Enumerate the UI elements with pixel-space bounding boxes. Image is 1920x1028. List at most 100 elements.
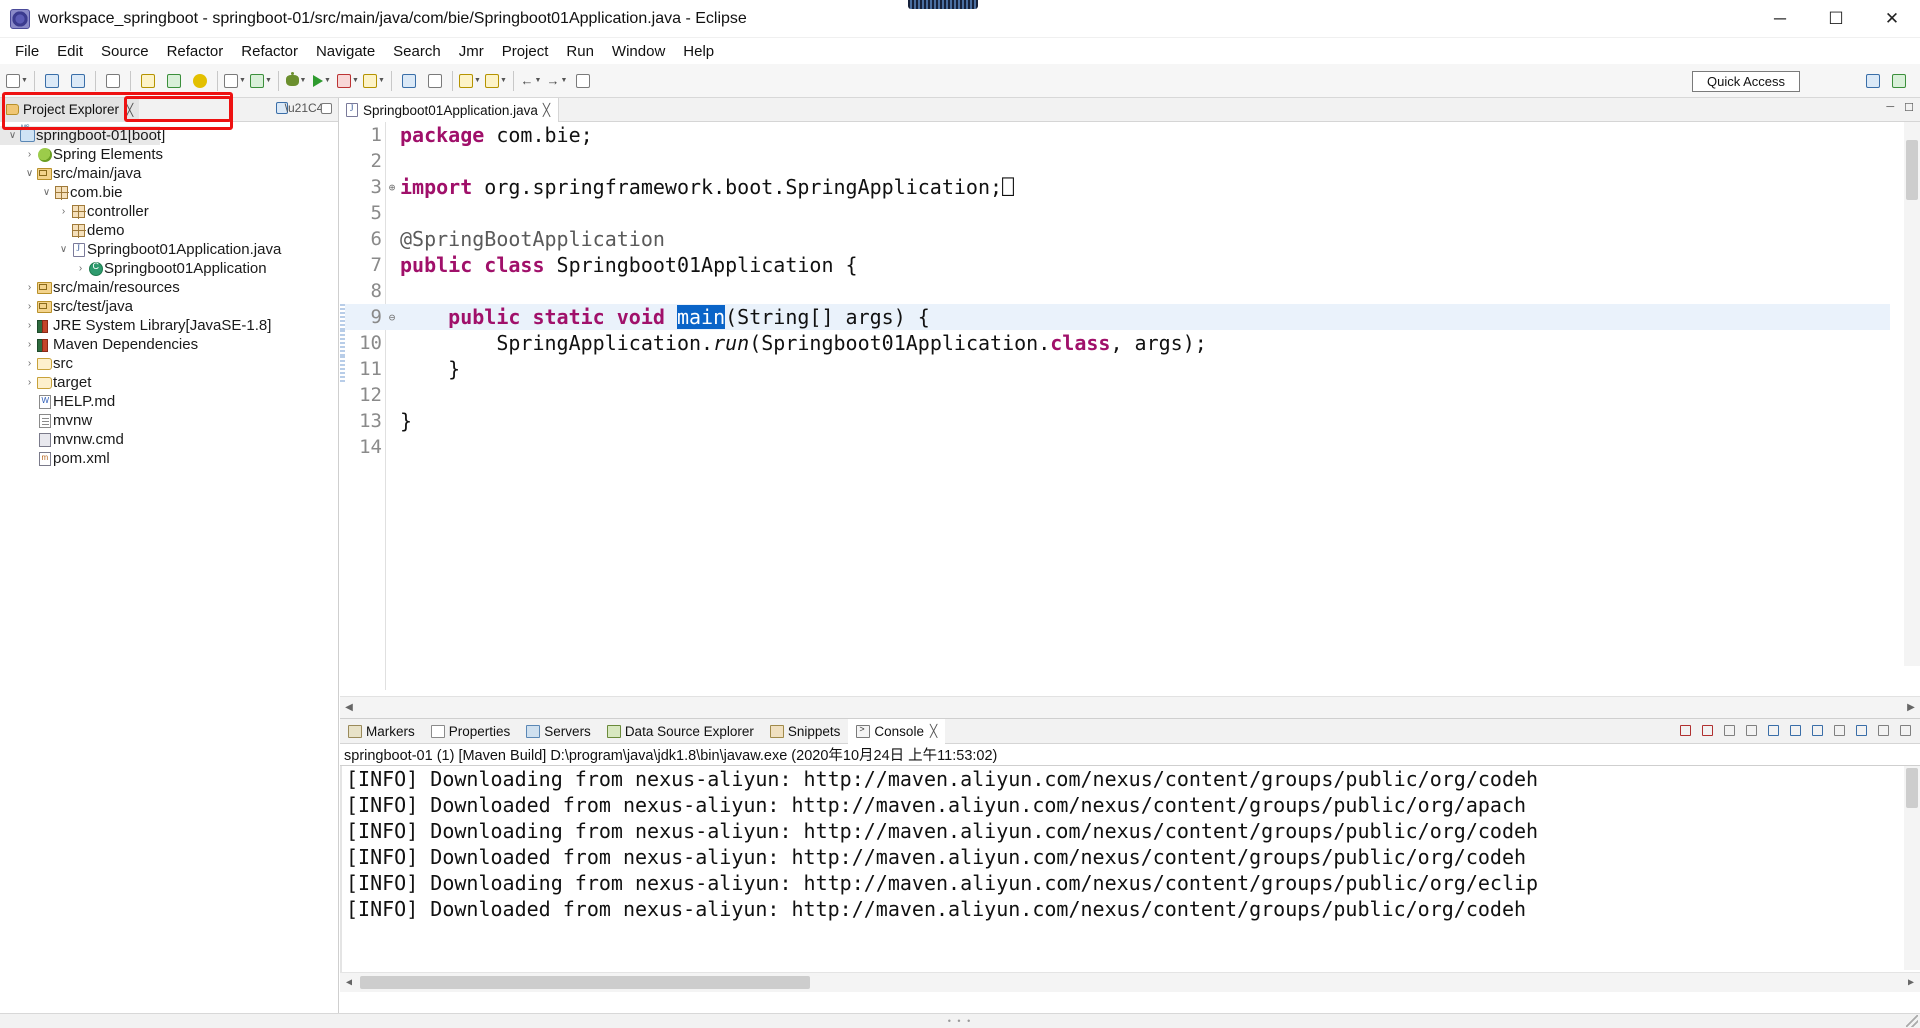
project-tree[interactable]: springboot-01 [boot]Spring Elementssrc/m…: [0, 122, 338, 1012]
tree-item-springboot01application[interactable]: Springboot01Application: [0, 259, 338, 278]
tree-twisty-closed-icon[interactable]: [23, 358, 36, 369]
new-class-icon[interactable]: ▼: [249, 68, 273, 94]
run-icon[interactable]: ▼: [310, 68, 334, 94]
tree-twisty-closed-icon[interactable]: [57, 206, 70, 217]
debug-icon[interactable]: ▼: [284, 68, 308, 94]
menu-item-edit[interactable]: Edit: [48, 41, 92, 62]
previous-annotation-icon[interactable]: ▼: [458, 68, 482, 94]
tree-item-jre-system-library[interactable]: JRE System Library [JavaSE-1.8]: [0, 316, 338, 335]
minimize-button[interactable]: ─: [1752, 0, 1808, 38]
console-horizontal-scrollbar[interactable]: ◀ ▶: [340, 972, 1920, 992]
save-icon[interactable]: [40, 68, 64, 94]
tree-twisty-closed-icon[interactable]: [23, 301, 36, 312]
scroll-left-arrow-icon[interactable]: ◀: [340, 974, 358, 992]
run-external-tools-icon[interactable]: ▼: [362, 68, 386, 94]
tree-item-controller[interactable]: controller: [0, 202, 338, 221]
menu-item-search[interactable]: Search: [384, 41, 450, 62]
coverage-icon[interactable]: ▼: [336, 68, 360, 94]
code-line-7[interactable]: 7 public class Springboot01Application {: [340, 252, 1920, 278]
window-drag-handle[interactable]: [908, 0, 978, 9]
tree-twisty-closed-icon[interactable]: [23, 339, 36, 350]
console-vertical-scrollbar[interactable]: [1904, 766, 1920, 970]
tree-item-mvnw[interactable]: mvnw: [0, 411, 338, 430]
close-icon[interactable]: ╳: [930, 724, 937, 738]
display-selected-console-icon[interactable]: [1831, 722, 1848, 739]
menu-item-navigate[interactable]: Navigate: [307, 41, 384, 62]
console-output[interactable]: [INFO] Downloading from nexus-aliyun: ht…: [340, 766, 1920, 992]
tree-twisty-open-icon[interactable]: [57, 244, 70, 255]
code-line-9[interactable]: 9 ⊖ public static void main(String[] args…: [340, 304, 1920, 330]
menu-item-jmr[interactable]: Jmr: [450, 41, 493, 62]
new-java-project-icon[interactable]: ▼: [223, 68, 247, 94]
tree-twisty-closed-icon[interactable]: [23, 320, 36, 331]
scroll-lock-icon[interactable]: [1765, 722, 1782, 739]
tab-springboot01application-java[interactable]: Springboot01Application.java ╳: [340, 98, 560, 122]
tree-item-src[interactable]: src: [0, 354, 338, 373]
tree-item-src-test-java[interactable]: src/test/java: [0, 297, 338, 316]
tree-item-springboot01application-java[interactable]: Springboot01Application.java: [0, 240, 338, 259]
scroll-left-arrow-icon[interactable]: ◀: [340, 699, 358, 717]
code-line-1[interactable]: 1 package com.bie;: [340, 122, 1920, 148]
menu-item-help[interactable]: Help: [674, 41, 723, 62]
link-with-editor-icon[interactable]: \u21C4: [285, 100, 324, 116]
menu-item-refactor-2[interactable]: Refactor: [232, 41, 307, 62]
view-menu-icon[interactable]: [318, 100, 334, 116]
tab-markers[interactable]: Markers: [340, 719, 423, 744]
tree-twisty-closed-icon[interactable]: [23, 149, 36, 160]
search-icon[interactable]: [188, 68, 212, 94]
tree-item-com-bie[interactable]: com.bie: [0, 183, 338, 202]
tree-item-help-md[interactable]: HELP.md: [0, 392, 338, 411]
tree-twisty-closed-icon[interactable]: [74, 263, 87, 274]
minimize-icon[interactable]: [1875, 722, 1892, 739]
code-line-5[interactable]: 5: [340, 200, 1920, 226]
tab-project-explorer[interactable]: Project Explorer ╳: [0, 97, 140, 122]
tree-item-src-main-java[interactable]: src/main/java: [0, 164, 338, 183]
menu-item-project[interactable]: Project: [493, 41, 558, 62]
word-wrap-icon[interactable]: [1787, 722, 1804, 739]
editor-overview-ruler[interactable]: [1890, 122, 1904, 666]
print-icon[interactable]: [101, 68, 125, 94]
code-line-13[interactable]: 13}: [340, 408, 1920, 434]
terminal-icon[interactable]: [423, 68, 447, 94]
code-lines[interactable]: 1 package com.bie; 2 3 ⊕ import org.springfra…: [340, 122, 1920, 460]
tree-item-demo[interactable]: demo: [0, 221, 338, 240]
tree-item-pom-xml[interactable]: pom.xml: [0, 449, 338, 468]
tree-item-mvnw-cmd[interactable]: mvnw.cmd: [0, 430, 338, 449]
close-icon[interactable]: ╳: [126, 103, 133, 117]
tree-twisty-closed-icon[interactable]: [23, 377, 36, 388]
scroll-right-arrow-icon[interactable]: ▶: [1902, 699, 1920, 717]
java-perspective-icon[interactable]: [1887, 68, 1911, 94]
tree-item-src-main-resources[interactable]: src/main/resources: [0, 278, 338, 297]
maximize-icon[interactable]: [1897, 722, 1914, 739]
remove-launch-icon[interactable]: [1699, 722, 1716, 739]
clear-console-icon[interactable]: [1743, 722, 1760, 739]
code-line-3[interactable]: 3 ⊕ import org.springframework.boot.Spring…: [340, 174, 1920, 200]
tree-item-spring-elements[interactable]: Spring Elements: [0, 145, 338, 164]
menu-item-window[interactable]: Window: [603, 41, 674, 62]
close-button[interactable]: ✕: [1864, 0, 1920, 38]
menu-item-refactor[interactable]: Refactor: [158, 41, 233, 62]
tab-data-source-explorer[interactable]: Data Source Explorer: [599, 719, 762, 744]
forward-icon[interactable]: → ▼: [545, 68, 569, 94]
build-all-icon[interactable]: [136, 68, 160, 94]
tree-twisty-open-icon[interactable]: [23, 168, 36, 179]
close-icon[interactable]: ╳: [543, 103, 550, 117]
tab-snippets[interactable]: Snippets: [762, 719, 849, 744]
new-server-icon[interactable]: [397, 68, 421, 94]
fold-marker-icon[interactable]: ⊖: [386, 311, 398, 324]
code-editor[interactable]: 1 package com.bie; 2 3 ⊕ import org.springfra…: [340, 122, 1920, 690]
menu-item-source[interactable]: Source: [92, 41, 158, 62]
code-line-14[interactable]: 14: [340, 434, 1920, 460]
remove-all-icon[interactable]: [1721, 722, 1738, 739]
menu-item-file[interactable]: File: [6, 41, 48, 62]
tree-twisty-open-icon[interactable]: [40, 187, 53, 198]
scrollbar-thumb[interactable]: [1906, 140, 1918, 200]
resize-grip[interactable]: [1906, 1015, 1918, 1027]
code-line-12[interactable]: 12: [340, 382, 1920, 408]
fold-marker-icon[interactable]: ⊕: [386, 181, 398, 194]
minimize-icon[interactable]: ─: [1886, 101, 1894, 114]
tree-item-target[interactable]: target: [0, 373, 338, 392]
open-type-icon[interactable]: [162, 68, 186, 94]
maximize-button[interactable]: ☐: [1808, 0, 1864, 38]
code-line-6[interactable]: 6 @SpringBootApplication: [340, 226, 1920, 252]
